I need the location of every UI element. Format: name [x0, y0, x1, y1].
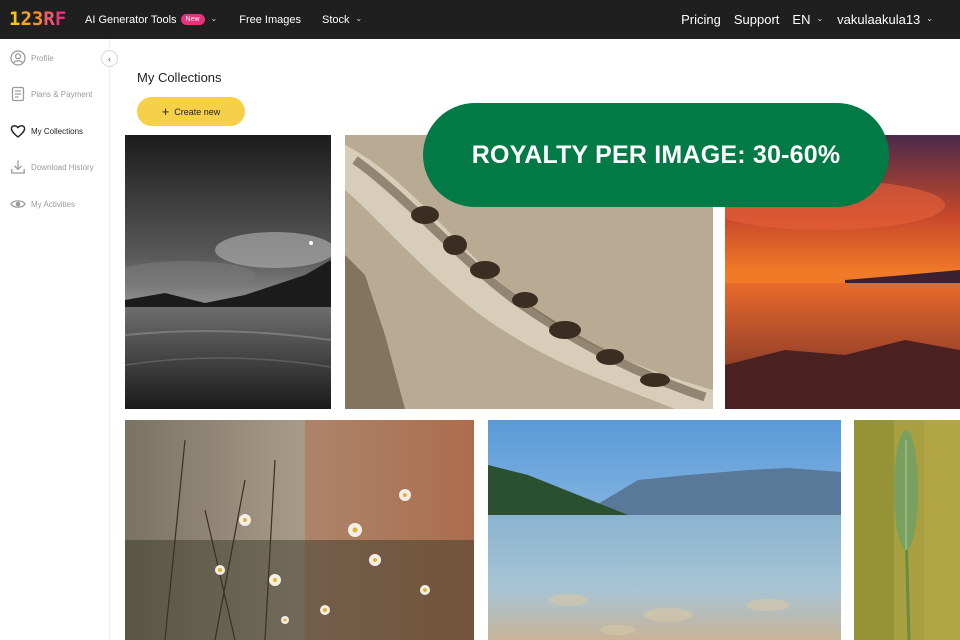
top-navigation-bar: 1 2 3 R F AI Generator Tools New ⌄ Free … — [0, 0, 960, 39]
username: vakulaakula13 — [837, 12, 921, 27]
chevron-down-icon: ⌄ — [355, 14, 363, 23]
user-menu[interactable]: vakulaakula13 ⌄ — [837, 12, 933, 27]
sidebar-item-label: My Collections — [31, 126, 84, 136]
sidebar-item-label: Plans & Payment — [31, 89, 93, 99]
user-circle-icon — [10, 50, 26, 66]
download-icon — [11, 160, 25, 174]
photo-dark-beach — [125, 135, 331, 409]
photo-mountain-lake — [488, 420, 841, 640]
sidebar-item-download-history[interactable]: Download History — [10, 159, 94, 175]
sidebar-item-label: Profile — [31, 53, 54, 63]
language-label: EN — [792, 12, 811, 27]
nav-ai-generator-tools[interactable]: AI Generator Tools New ⌄ — [85, 14, 217, 26]
nav-support[interactable]: Support — [734, 12, 780, 27]
chevron-down-icon: ⌄ — [816, 14, 824, 23]
sidebar-item-profile[interactable]: Profile — [10, 50, 54, 66]
logo-char: 1 — [9, 8, 21, 30]
heart-icon — [10, 125, 26, 138]
secondary-nav: Pricing Support EN ⌄ vakulaakula13 ⌄ — [681, 0, 960, 39]
collection-photo[interactable] — [854, 420, 960, 640]
promo-text: ROYALTY PER IMAGE: 30-60% — [471, 140, 841, 169]
language-selector[interactable]: EN ⌄ — [792, 12, 823, 27]
nav-label: Support — [733, 12, 780, 27]
primary-nav: AI Generator Tools New ⌄ Free Images Sto… — [85, 0, 362, 39]
nav-pricing[interactable]: Pricing — [681, 12, 721, 27]
logo-char: 2 — [20, 8, 32, 30]
nav-stock[interactable]: Stock ⌄ — [322, 14, 362, 26]
nav-free-images[interactable]: Free Images — [239, 14, 301, 26]
photo-daisies — [125, 420, 474, 640]
collection-photo[interactable] — [488, 420, 841, 640]
nav-label: Pricing — [681, 12, 721, 27]
document-list-icon — [11, 86, 25, 102]
sidebar-item-label: Download History — [31, 162, 94, 172]
sidebar-item-my-activities[interactable]: My Activities — [10, 196, 75, 212]
sidebar-collapse-button[interactable]: ‹ — [101, 50, 118, 67]
plus-icon: + — [161, 104, 170, 119]
page-title: My Collections — [137, 70, 222, 85]
brand-logo[interactable]: 1 2 3 R F — [9, 8, 66, 30]
nav-label: Stock — [321, 13, 350, 26]
chevron-left-icon: ‹ — [108, 53, 111, 64]
sidebar-item-plans-payment[interactable]: Plans & Payment — [10, 86, 92, 102]
sidebar-item-label: My Activities — [31, 199, 76, 209]
eye-icon — [10, 200, 26, 208]
create-new-collection-button[interactable]: + Create new — [137, 97, 245, 126]
sidebar-item-my-collections[interactable]: My Collections — [10, 123, 83, 139]
collection-photo[interactable] — [125, 420, 474, 640]
logo-char: F — [54, 8, 67, 30]
chevron-down-icon: ⌄ — [210, 14, 218, 23]
nav-label: AI Generator Tools — [85, 13, 177, 26]
logo-char: R — [43, 8, 55, 30]
chevron-down-icon: ⌄ — [926, 14, 933, 23]
collection-photo[interactable] — [125, 135, 331, 409]
new-badge: New — [180, 14, 205, 25]
photo-grass-seed — [854, 420, 960, 640]
nav-label: Free Images — [239, 13, 301, 26]
logo-char: 3 — [31, 8, 44, 30]
button-label: Create new — [174, 106, 221, 117]
royalty-promo-banner: ROYALTY PER IMAGE: 30-60% — [423, 103, 889, 207]
account-sidebar: Profile Plans & Payment My Collections D… — [0, 39, 110, 640]
